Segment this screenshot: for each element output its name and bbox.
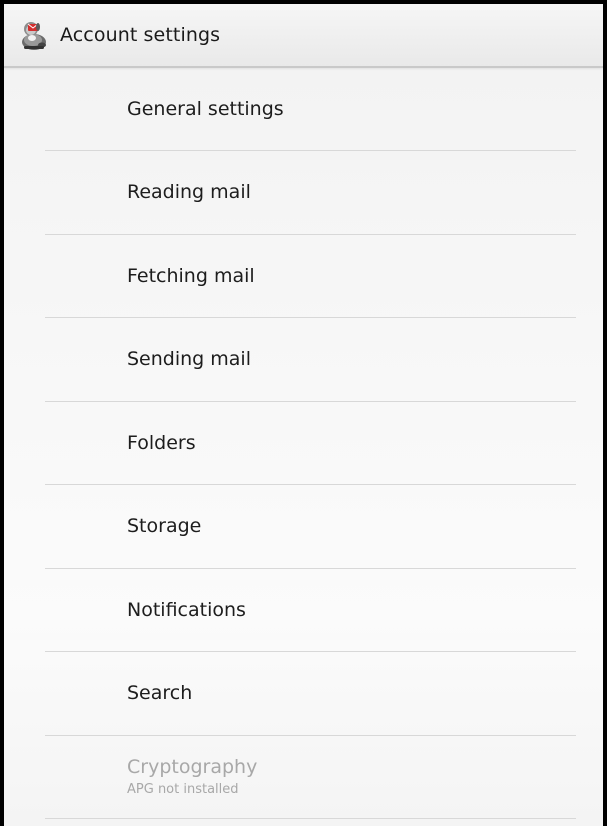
app-window: Account settings General settings Readin… <box>0 0 607 826</box>
app-icon[interactable] <box>18 18 52 52</box>
settings-item-summary: APG not installed <box>127 782 239 798</box>
settings-item-label: Fetching mail <box>127 264 255 287</box>
settings-item-search[interactable]: Search <box>45 652 576 736</box>
settings-item-general[interactable]: General settings <box>45 68 576 151</box>
action-bar: Account settings <box>4 4 603 68</box>
settings-item-notifications[interactable]: Notifications <box>45 569 576 652</box>
settings-list: General settings Reading mail Fetching m… <box>4 68 603 819</box>
settings-item-label: Folders <box>127 431 196 454</box>
settings-item-cryptography: Cryptography APG not installed <box>45 736 576 819</box>
settings-item-folders[interactable]: Folders <box>45 402 576 485</box>
settings-item-label: Notifications <box>127 598 246 621</box>
settings-item-label: Storage <box>127 515 202 538</box>
settings-item-fetching-mail[interactable]: Fetching mail <box>45 235 576 318</box>
settings-item-label: General settings <box>127 98 284 120</box>
settings-item-label: Search <box>127 682 193 705</box>
settings-item-storage[interactable]: Storage <box>45 485 576 569</box>
settings-item-label: Sending mail <box>127 348 251 371</box>
settings-item-label: Cryptography <box>127 756 258 779</box>
k9-mail-app-icon <box>22 22 46 50</box>
settings-item-reading-mail[interactable]: Reading mail <box>45 151 576 235</box>
page-title: Account settings <box>60 24 221 46</box>
settings-item-sending-mail[interactable]: Sending mail <box>45 318 576 402</box>
settings-item-label: Reading mail <box>127 181 251 204</box>
